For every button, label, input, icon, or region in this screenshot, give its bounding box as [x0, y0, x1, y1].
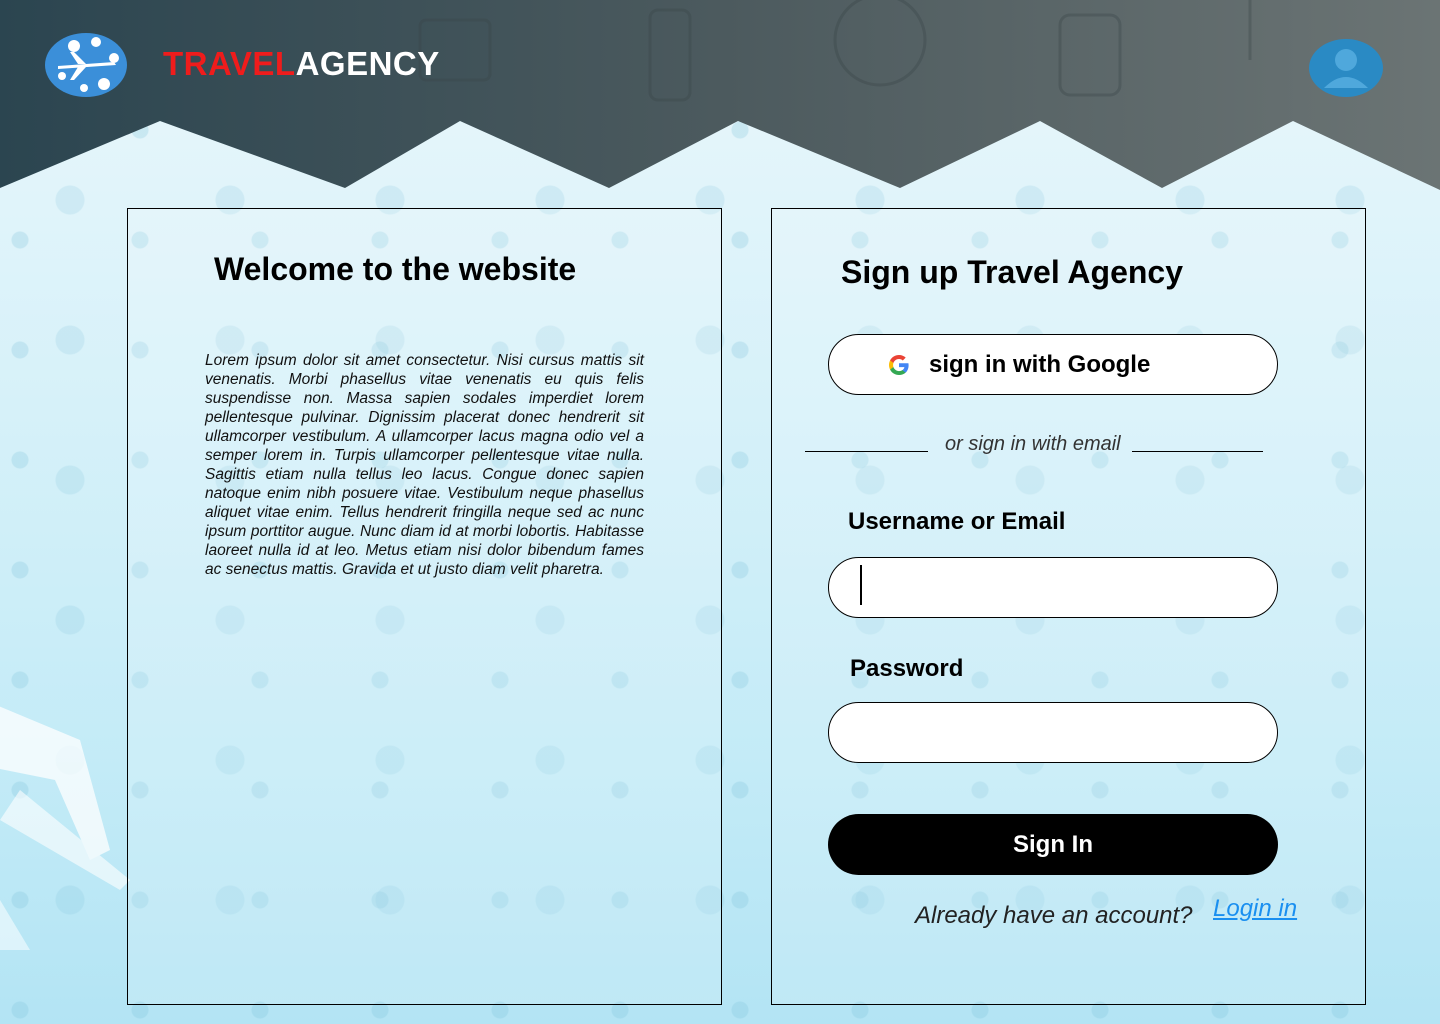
password-label: Password — [850, 655, 964, 682]
divider-text: or sign in with email — [945, 433, 1121, 455]
password-input[interactable] — [828, 702, 1278, 763]
login-link[interactable]: Login in — [1213, 895, 1297, 923]
username-label: Username or Email — [848, 508, 1066, 535]
divider-line-left — [805, 451, 928, 452]
welcome-description: Lorem ipsum dolor sit amet consectetur. … — [205, 352, 644, 578]
sign-in-button[interactable]: Sign In — [828, 814, 1278, 875]
brand-title-part2: AGENCY — [295, 45, 440, 82]
signup-title: Sign up Travel Agency — [841, 254, 1184, 290]
username-input[interactable] — [828, 557, 1278, 618]
already-have-account-text: Already have an account? — [915, 902, 1193, 929]
google-icon — [889, 354, 909, 375]
header-band — [0, 0, 1440, 190]
google-signin-button[interactable]: sign in with Google — [828, 334, 1278, 395]
user-avatar-icon[interactable] — [1308, 38, 1384, 98]
welcome-panel: Welcome to the website Lorem ipsum dolor… — [127, 208, 722, 1005]
signup-panel: Sign up Travel Agency sign in with Googl… — [771, 208, 1366, 1005]
welcome-title: Welcome to the website — [214, 251, 577, 287]
airplane-globe-logo — [45, 33, 127, 97]
divider-line-right — [1132, 451, 1263, 452]
google-signin-label: sign in with Google — [929, 350, 1151, 378]
brand-title-part1: TRAVEL — [163, 45, 296, 82]
brand-title: TRAVELAGENCY — [163, 44, 440, 84]
